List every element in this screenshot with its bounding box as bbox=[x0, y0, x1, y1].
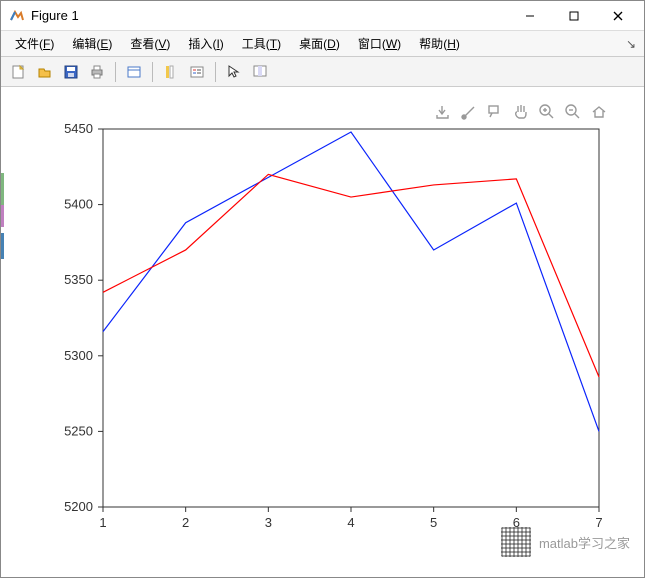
new-figure-button[interactable] bbox=[7, 60, 31, 84]
menu-file[interactable]: 文件(F) bbox=[7, 32, 62, 55]
xtick-label: 4 bbox=[347, 515, 354, 530]
ytick-label: 5300 bbox=[64, 348, 93, 363]
ytick-label: 5450 bbox=[64, 121, 93, 136]
menu-insert[interactable]: 插入(I) bbox=[180, 32, 231, 55]
chart-svg[interactable]: 5200 5250 5300 5350 5400 5450 1 2 3 4 5 6 7 bbox=[1, 87, 645, 579]
link-button[interactable] bbox=[122, 60, 146, 84]
save-button[interactable] bbox=[59, 60, 83, 84]
menu-edit[interactable]: 编辑(E) bbox=[64, 32, 120, 55]
close-button[interactable] bbox=[596, 2, 640, 30]
ytick-label: 5250 bbox=[64, 423, 93, 438]
xtick-label: 5 bbox=[430, 515, 437, 530]
separator bbox=[115, 62, 116, 82]
matlab-logo-icon bbox=[9, 8, 25, 24]
xtick-label: 6 bbox=[513, 515, 520, 530]
series-series_red[interactable] bbox=[103, 174, 599, 377]
separator bbox=[152, 62, 153, 82]
menu-view[interactable]: 查看(V) bbox=[122, 32, 178, 55]
toolbar bbox=[1, 57, 644, 87]
ytick-label: 5200 bbox=[64, 499, 93, 514]
separator bbox=[215, 62, 216, 82]
ytick-label: 5350 bbox=[64, 272, 93, 287]
axes-box bbox=[103, 129, 599, 507]
menu-tools[interactable]: 工具(T) bbox=[234, 32, 289, 55]
xtick-label: 7 bbox=[595, 515, 602, 530]
menu-desktop[interactable]: 桌面(D) bbox=[291, 32, 348, 55]
xtick-label: 2 bbox=[182, 515, 189, 530]
menubar: 文件(F) 编辑(E) 查看(V) 插入(I) 工具(T) 桌面(D) 窗口(W… bbox=[1, 31, 644, 57]
maximize-button[interactable] bbox=[552, 2, 596, 30]
xtick-label: 1 bbox=[99, 515, 106, 530]
menu-window[interactable]: 窗口(W) bbox=[350, 32, 409, 55]
ytick-label: 5400 bbox=[64, 197, 93, 212]
window-title: Figure 1 bbox=[31, 8, 508, 23]
data-cursor-button[interactable] bbox=[248, 60, 272, 84]
edit-plot-button[interactable] bbox=[222, 60, 246, 84]
series-series_blue[interactable] bbox=[103, 132, 599, 431]
xtick-label: 3 bbox=[265, 515, 272, 530]
legend-button[interactable] bbox=[185, 60, 209, 84]
colorbar-button[interactable] bbox=[159, 60, 183, 84]
titlebar: Figure 1 bbox=[1, 1, 644, 31]
minimize-button[interactable] bbox=[508, 2, 552, 30]
plot-area: 5200525053005350540054501234567 matlab学习… bbox=[1, 87, 644, 577]
print-button[interactable] bbox=[85, 60, 109, 84]
menu-help[interactable]: 帮助(H) bbox=[411, 32, 468, 55]
menubar-overflow-icon[interactable]: ↘ bbox=[626, 37, 636, 51]
open-button[interactable] bbox=[33, 60, 57, 84]
